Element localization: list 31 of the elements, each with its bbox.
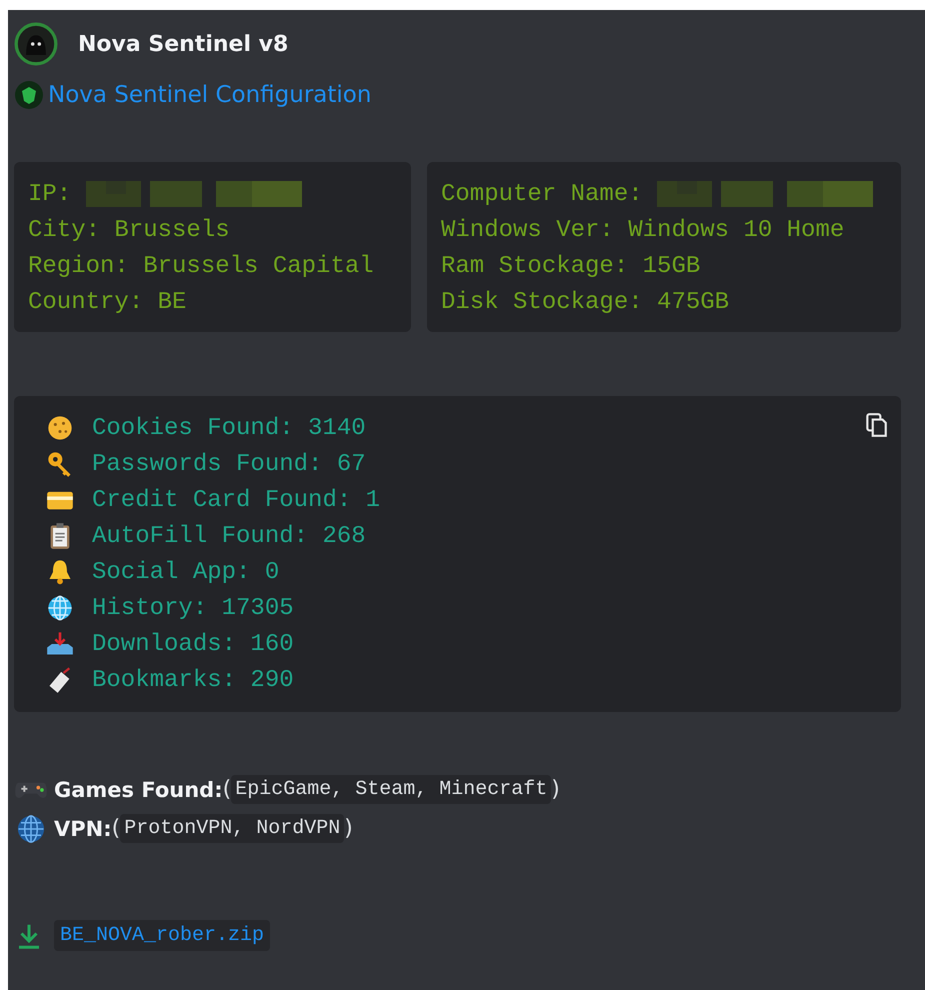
stat-text: Cookies Found: 3140 (92, 414, 366, 442)
avatar-icon (14, 22, 58, 66)
code-line: Ram Stockage: 15GB (441, 252, 700, 280)
paren-open: ( (112, 816, 120, 841)
author-name: Nova Sentinel v8 (78, 32, 288, 56)
code-line: Country: BE (28, 288, 186, 316)
paren-open: ( (222, 777, 232, 802)
stat-text: Downloads: 160 (92, 630, 294, 658)
code-line: Windows Ver: Windows 10 Home (441, 216, 844, 244)
field-label: Games Found: (54, 778, 223, 802)
paren-close: ) (344, 816, 353, 841)
code-line: Computer Name: (441, 180, 644, 208)
stat-text: Credit Card Found: 1 (92, 486, 380, 514)
code-line: IP: (28, 180, 72, 208)
stat-text: Bookmarks: 290 (92, 666, 294, 694)
inline-code: ProtonVPN, NordVPN (120, 814, 344, 843)
file-link[interactable]: BE_NOVA_rober.zip (54, 920, 270, 951)
stat-text: Social App: 0 (92, 558, 280, 586)
inline-code: EpicGame, Steam, Minecraft (231, 775, 552, 804)
stat-text: Passwords Found: 67 (92, 450, 366, 478)
title-link[interactable]: Nova Sentinel Configuration (48, 82, 372, 108)
paren-close: ) (551, 777, 560, 802)
code-line: City: Brussels (28, 216, 230, 244)
field-label: VPN: (54, 816, 112, 840)
shield-icon (14, 80, 44, 110)
stat-text: History: 17305 (92, 594, 294, 622)
code-line: Region: Brussels Capital (28, 252, 374, 280)
stat-text: AutoFill Found: 268 (92, 522, 366, 550)
globe-icon (46, 594, 74, 622)
code-line: Disk Stockage: 475GB (441, 288, 730, 316)
cookie-icon (46, 414, 74, 442)
